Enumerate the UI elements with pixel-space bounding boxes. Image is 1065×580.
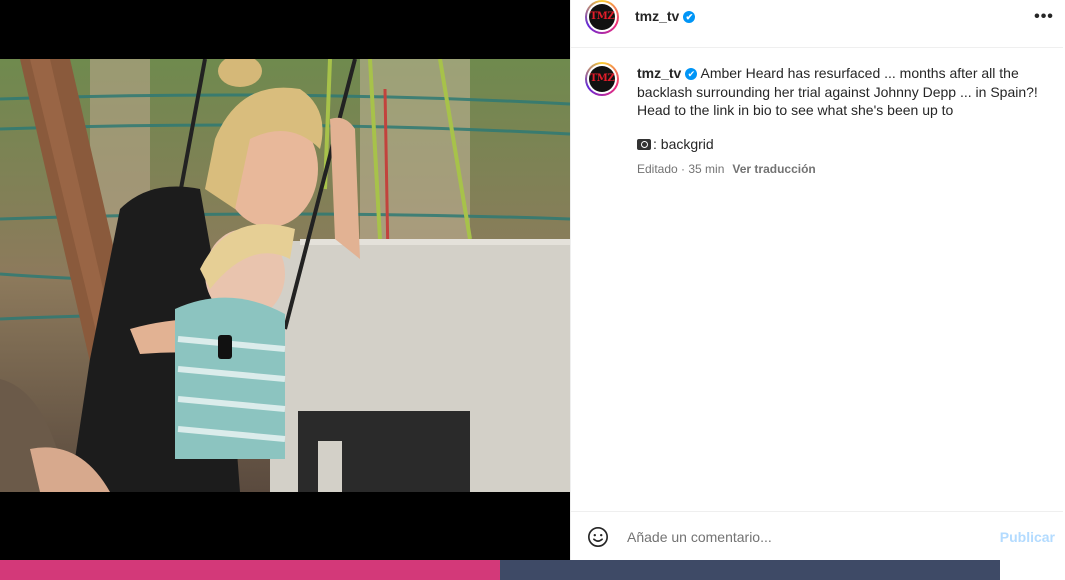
bottom-strip-left <box>0 560 500 580</box>
post-header: TMZ tmz_tv ✔ ••• <box>571 0 1063 48</box>
post-details-pane: TMZ tmz_tv ✔ ••• TMZ tmz_tv ✔ Amber Heard … <box>570 0 1063 560</box>
caption-text: Amber Heard has resurfaced ... months af… <box>637 65 1038 118</box>
publish-button[interactable]: Publicar <box>1000 529 1055 545</box>
header-avatar[interactable]: TMZ <box>585 0 619 34</box>
caption-avatar[interactable]: TMZ <box>585 62 619 96</box>
header-username[interactable]: tmz_tv <box>635 8 679 24</box>
tmz-logo-icon: TMZ <box>589 66 615 92</box>
see-translation-link[interactable]: Ver traducción <box>732 162 815 176</box>
camera-icon <box>637 139 651 150</box>
post-caption: tmz_tv ✔ Amber Heard has resurfaced ... m… <box>637 64 1047 120</box>
photo-credit: : backgrid <box>637 136 714 152</box>
credit-text: : backgrid <box>653 136 714 152</box>
emoji-icon[interactable] <box>587 526 609 548</box>
edited-timestamp: Editado · 35 min <box>637 162 725 176</box>
comment-input[interactable] <box>627 526 987 548</box>
tmz-logo-icon: TMZ <box>589 4 615 30</box>
post-photo[interactable] <box>0 59 570 492</box>
post-meta: Editado · 35 min Ver traducción <box>637 162 816 176</box>
verified-badge-icon: ✔ <box>683 11 696 24</box>
more-options-icon[interactable]: ••• <box>1031 8 1057 28</box>
caption-username[interactable]: tmz_tv <box>637 65 681 81</box>
bottom-strip-right <box>500 560 1000 580</box>
comment-bar: Publicar <box>571 511 1063 561</box>
verified-badge-icon: ✔ <box>685 68 698 81</box>
post-media-pane <box>0 0 570 560</box>
header-username-row: tmz_tv ✔ <box>635 8 696 24</box>
photo-illustration <box>0 59 570 492</box>
